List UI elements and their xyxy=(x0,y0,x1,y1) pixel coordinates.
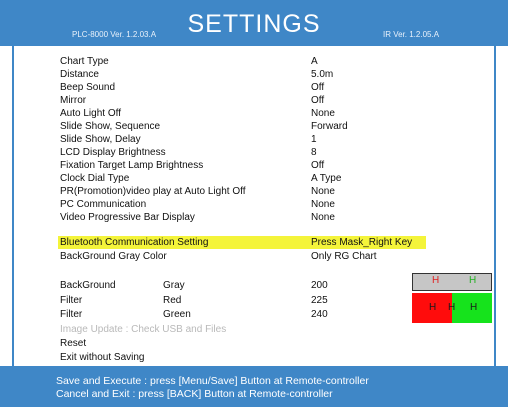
setting-value: None xyxy=(311,186,335,197)
color-value: 200 xyxy=(311,280,328,291)
setting-value: Forward xyxy=(311,121,348,132)
color-label: Filter xyxy=(60,309,83,320)
setting-value: 8 xyxy=(311,147,317,158)
color-label: Filter xyxy=(60,295,83,306)
color-value: 240 xyxy=(311,309,328,320)
setting-value: Only RG Chart xyxy=(311,251,377,262)
footer-help-bar: Save and Execute : press [Menu/Save] But… xyxy=(0,366,508,407)
color-channel: Green xyxy=(163,309,191,320)
setting-label: Bluetooth Communication Setting xyxy=(60,237,209,248)
h-glyph: H xyxy=(448,302,456,313)
setting-row-video-progress-bar[interactable]: Video Progressive Bar Display None xyxy=(60,211,480,224)
setting-row-slide-show-delay[interactable]: Slide Show, Delay 1 xyxy=(60,133,480,146)
setting-label: Beep Sound xyxy=(60,82,116,93)
red-green-preview: H H H xyxy=(412,293,492,323)
setting-row-distance[interactable]: Distance 5.0m xyxy=(60,68,480,81)
setting-value: A Type xyxy=(311,173,342,184)
setting-row-slide-show-sequence[interactable]: Slide Show, Sequence Forward xyxy=(60,120,480,133)
setting-label: Distance xyxy=(60,69,99,80)
setting-label: Video Progressive Bar Display xyxy=(60,212,195,223)
exit-without-saving-item[interactable]: Exit without Saving xyxy=(60,351,480,364)
setting-value: A xyxy=(311,56,318,67)
setting-label: Slide Show, Sequence xyxy=(60,121,161,132)
setting-value: None xyxy=(311,212,335,223)
setting-row-lcd-brightness[interactable]: LCD Display Brightness 8 xyxy=(60,146,480,159)
color-label: BackGround xyxy=(60,280,116,291)
setting-row-mirror[interactable]: Mirror Off xyxy=(60,94,480,107)
h-glyph: H xyxy=(429,302,437,313)
reset-item[interactable]: Reset xyxy=(60,337,480,350)
header-bar: PLC-8000 Ver. 1.2.03.A SETTINGS IR Ver. … xyxy=(0,0,508,46)
cancel-instruction: Cancel and Exit : press [BACK] Button at… xyxy=(56,388,333,400)
setting-row-bluetooth-selected[interactable]: Bluetooth Communication Setting Press Ma… xyxy=(58,236,426,249)
setting-row-clock-dial-type[interactable]: Clock Dial Type A Type xyxy=(60,172,480,185)
setting-row-auto-light-off[interactable]: Auto Light Off None xyxy=(60,107,480,120)
setting-value: 5.0m xyxy=(311,69,334,80)
setting-label: Auto Light Off xyxy=(60,108,121,119)
color-value: 225 xyxy=(311,295,328,306)
setting-row-chart-type[interactable]: Chart Type A xyxy=(60,55,480,68)
green-h-glyph: H xyxy=(469,275,477,286)
setting-label: BackGround Gray Color xyxy=(60,251,167,262)
setting-label: LCD Display Brightness xyxy=(60,147,166,158)
ir-version: IR Ver. 1.2.05.A xyxy=(383,30,440,39)
setting-row-beep-sound[interactable]: Beep Sound Off xyxy=(60,81,480,94)
setting-row-pc-communication[interactable]: PC Communication None xyxy=(60,198,480,211)
color-channel: Red xyxy=(163,295,182,306)
gray-background-preview: H H xyxy=(412,273,492,291)
setting-value: Press Mask_Right Key xyxy=(311,237,413,248)
setting-value: None xyxy=(311,199,335,210)
exit-without-saving-label: Exit without Saving xyxy=(60,352,145,363)
image-update-item: Image Update : Check USB and Files xyxy=(60,323,480,336)
setting-label: Fixation Target Lamp Brightness xyxy=(60,160,204,171)
h-glyph: H xyxy=(470,302,478,313)
reset-label: Reset xyxy=(60,338,87,349)
setting-label: Clock Dial Type xyxy=(60,173,130,184)
setting-row-background-gray-color[interactable]: BackGround Gray Color Only RG Chart xyxy=(60,250,480,263)
settings-screen: PLC-8000 Ver. 1.2.03.A SETTINGS IR Ver. … xyxy=(0,0,508,407)
setting-label: Slide Show, Delay xyxy=(60,134,141,145)
setting-label: PC Communication xyxy=(60,199,147,210)
image-update-label: Image Update : Check USB and Files xyxy=(60,324,227,335)
setting-value: None xyxy=(311,108,335,119)
setting-value: Off xyxy=(311,95,325,106)
setting-row-fixation-lamp[interactable]: Fixation Target Lamp Brightness Off xyxy=(60,159,480,172)
color-channel: Gray xyxy=(163,280,185,291)
save-instruction: Save and Execute : press [Menu/Save] But… xyxy=(56,375,369,387)
setting-label: PR(Promotion)video play at Auto Light Of… xyxy=(60,186,246,197)
setting-label: Chart Type xyxy=(60,56,109,67)
red-h-glyph: H xyxy=(432,275,440,286)
setting-label: Mirror xyxy=(60,95,87,106)
setting-value: Off xyxy=(311,160,325,171)
setting-value: 1 xyxy=(311,134,317,145)
setting-row-pr-video[interactable]: PR(Promotion)video play at Auto Light Of… xyxy=(60,185,480,198)
setting-value: Off xyxy=(311,82,325,93)
